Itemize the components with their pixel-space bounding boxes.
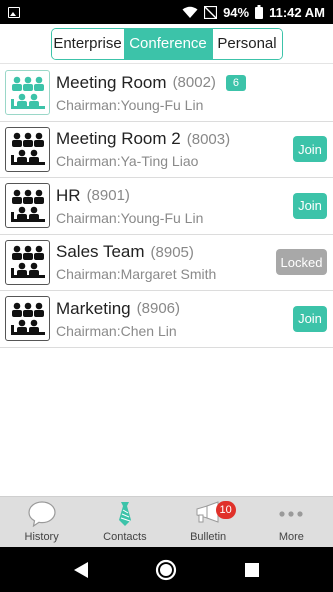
no-signal-icon	[204, 5, 218, 19]
room-number: (8901)	[86, 187, 130, 205]
speech-bubble-icon	[28, 500, 56, 528]
battery-percent: 94%	[223, 4, 250, 20]
room-chairman: Chairman:Chen Lin	[56, 322, 177, 339]
system-navigation-bar	[0, 547, 333, 592]
nav-bulletin[interactable]: 10 Bulletin	[167, 497, 250, 547]
conference-room-icon	[5, 126, 50, 172]
tab-enterprise[interactable]: Enterprise	[51, 28, 124, 59]
battery-icon	[255, 5, 264, 19]
room-name: Marketing	[56, 298, 131, 318]
image-notification-icon	[8, 6, 20, 18]
conference-room-icon	[5, 183, 50, 229]
room-name: Meeting Room 2	[56, 129, 181, 149]
conference-room-icon	[5, 296, 50, 342]
locked-button[interactable]: Locked	[276, 249, 327, 276]
conference-room-list: Meeting Room (8002) 6 Chairman:Young-Fu …	[0, 65, 333, 348]
recents-icon[interactable]	[244, 562, 260, 578]
conference-room-icon	[5, 239, 50, 285]
list-item[interactable]: Sales Team (8905) Chairman:Margaret Smit…	[0, 235, 333, 291]
nav-label: History	[24, 531, 59, 543]
wifi-icon	[182, 6, 198, 18]
room-chairman: Chairman:Margaret Smith	[56, 266, 217, 283]
tie-icon	[115, 500, 135, 528]
room-number: (8002)	[172, 74, 216, 92]
nav-more[interactable]: More	[250, 497, 333, 547]
tab-bar: Enterprise Conference Personal	[0, 24, 333, 64]
participant-count-badge: 6	[225, 74, 247, 91]
conference-room-icon	[5, 70, 50, 116]
room-name: Sales Team	[56, 242, 145, 262]
list-item[interactable]: Meeting Room (8002) 6 Chairman:Young-Fu …	[0, 65, 333, 122]
more-dots-icon	[278, 500, 304, 528]
join-button[interactable]: Join	[293, 192, 327, 219]
list-item[interactable]: Meeting Room 2 (8003) Chairman:Ya-Ting L…	[0, 122, 333, 178]
clock: 11:42 AM	[269, 4, 325, 20]
nav-label: Bulletin	[190, 531, 227, 543]
back-icon[interactable]	[73, 561, 89, 579]
nav-label: Contacts	[103, 531, 147, 543]
room-number: (8003)	[186, 130, 231, 148]
notification-badge: 10	[215, 501, 236, 519]
room-chairman: Chairman:Young-Fu Lin	[56, 96, 204, 113]
nav-label: More	[278, 531, 304, 543]
nav-contacts[interactable]: Contacts	[83, 497, 166, 547]
room-name: Meeting Room	[56, 72, 167, 92]
list-item[interactable]: HR (8901) Chairman:Young-Fu Lin Join	[0, 178, 333, 235]
room-name: HR	[56, 185, 81, 205]
room-number: (8906)	[136, 300, 180, 318]
tab-conference[interactable]: Conference	[123, 28, 212, 59]
nav-history[interactable]: History	[0, 497, 83, 547]
tab-personal[interactable]: Personal	[211, 28, 282, 59]
status-bar: 94% 11:42 AM	[0, 0, 333, 24]
bottom-navigation: History Contacts 10 Bulletin More	[0, 496, 333, 547]
join-button[interactable]: Join	[293, 136, 327, 163]
join-button[interactable]: Join	[293, 305, 327, 332]
room-chairman: Chairman:Ya-Ting Liao	[56, 153, 199, 170]
list-item[interactable]: Marketing (8906) Chairman:Chen Lin Join	[0, 291, 333, 348]
home-icon[interactable]	[155, 559, 177, 581]
room-number: (8905)	[150, 243, 194, 261]
room-chairman: Chairman:Young-Fu Lin	[56, 209, 204, 226]
segmented-control: Enterprise Conference Personal	[50, 27, 283, 60]
